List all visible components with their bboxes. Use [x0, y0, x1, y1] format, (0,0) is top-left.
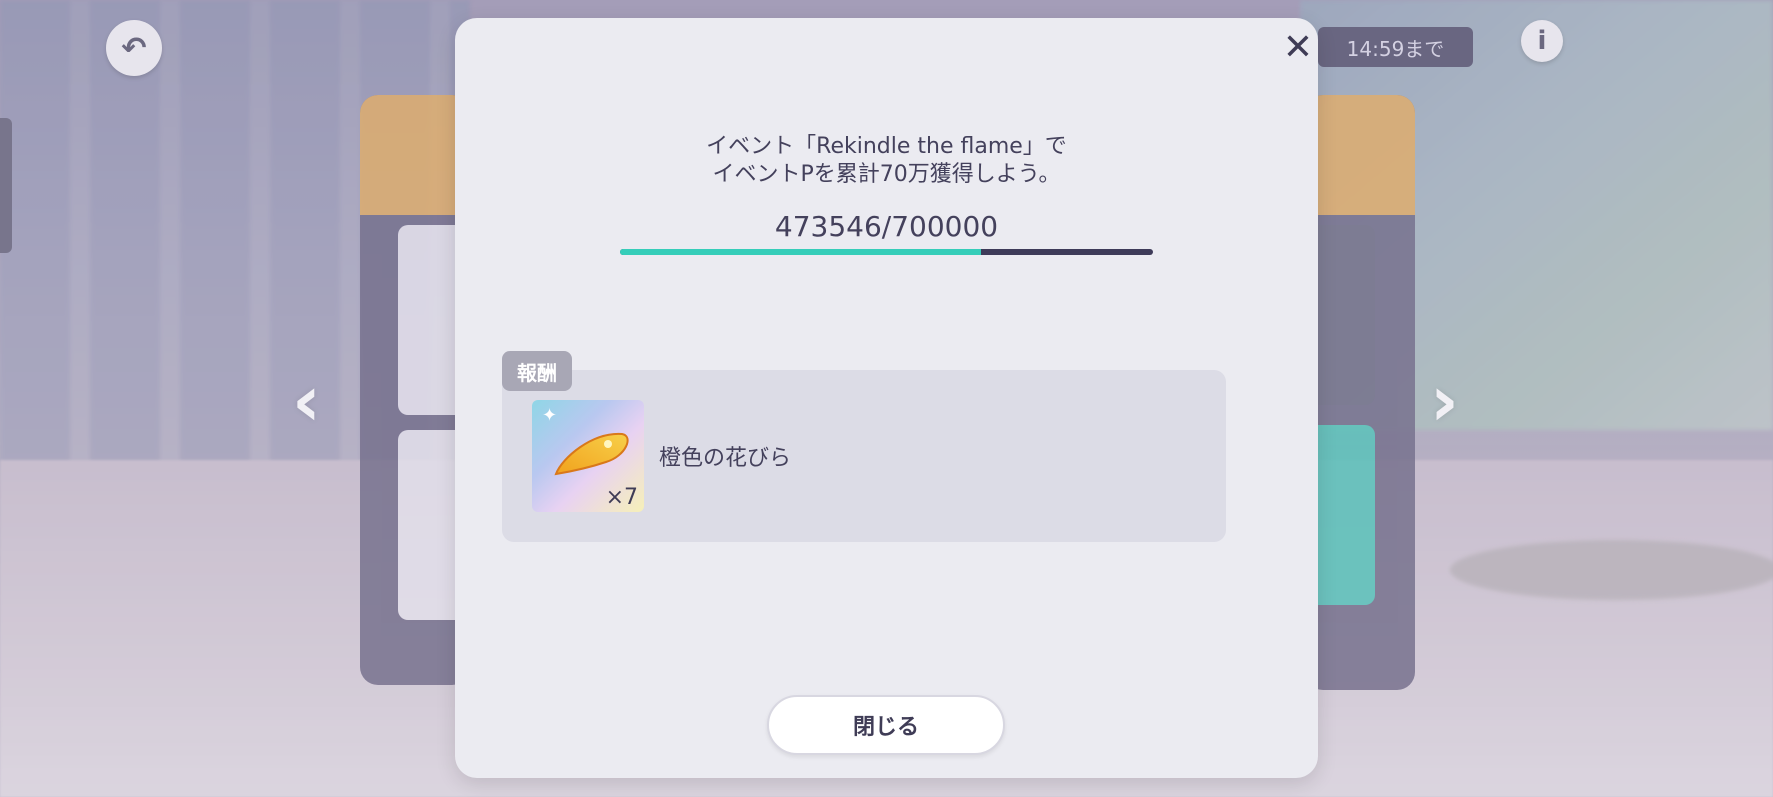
reward-tag: 報酬 — [502, 351, 572, 391]
reward-quantity: ×7 — [605, 485, 638, 510]
progress-count: 473546/700000 — [774, 210, 999, 243]
close-icon[interactable]: ✕ — [1278, 28, 1318, 68]
reward-item-name: 橙色の花びら — [659, 446, 792, 471]
sparkle-icon: ✦ — [542, 405, 558, 426]
close-button-label: 閉じる — [852, 715, 919, 740]
reward-panel: ✦ ×7 橙色の花びら — [502, 370, 1226, 542]
mission-description: イベント「Rekindle the flame」で イベントPを累計70万獲得し… — [455, 133, 1318, 189]
close-button[interactable]: 閉じる — [767, 695, 1005, 755]
progress-bar-fill — [620, 249, 981, 255]
reward-tag-label: 報酬 — [517, 360, 557, 385]
mission-detail-dialog: ✕ イベント「Rekindle the flame」で イベントPを累計70万獲… — [455, 18, 1318, 778]
reward-item-icon[interactable]: ✦ ×7 — [532, 400, 644, 512]
mission-line-1: イベント「Rekindle the flame」で — [706, 134, 1067, 159]
progress-bar — [620, 249, 1153, 255]
mission-line-2: イベントPを累計70万獲得しよう。 — [712, 162, 1061, 187]
petal-icon — [554, 432, 629, 476]
